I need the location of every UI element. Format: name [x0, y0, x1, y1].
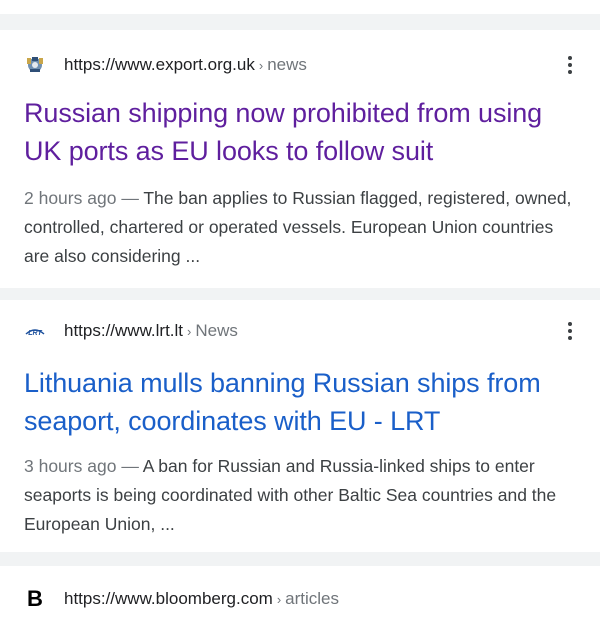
result-source[interactable]: https://www.export.org.uk › news: [24, 50, 582, 80]
result-url: https://www.export.org.uk: [64, 55, 255, 74]
previous-result-card: [0, 0, 600, 14]
result-url: https://www.lrt.lt: [64, 321, 184, 340]
result-breadcrumb: news: [267, 55, 307, 74]
search-result-card: B https://www.bloomberg.com › articles: [0, 566, 600, 626]
dash-separator: —: [121, 188, 139, 208]
result-snippet: 2 hours ago — The ban applies to Russian…: [24, 184, 582, 271]
bloomberg-b-text: B: [27, 586, 43, 611]
result-time: 2 hours ago: [24, 188, 117, 208]
bloomberg-b-icon: B: [24, 586, 46, 611]
dash-separator: —: [121, 456, 139, 476]
result-snippet: 3 hours ago — A ban for Russian and Russ…: [24, 452, 582, 539]
result-title-link[interactable]: Lithuania mulls banning Russian ships fr…: [24, 364, 586, 440]
result-title-link[interactable]: Russian shipping now prohibited from usi…: [24, 94, 586, 170]
breadcrumb-separator: ›: [187, 324, 192, 339]
lrt-logo-text: LRT: [28, 330, 42, 337]
more-options-icon[interactable]: [558, 316, 582, 346]
export-org-crest-icon: [24, 54, 46, 76]
more-options-icon[interactable]: [558, 50, 582, 80]
result-time: 3 hours ago: [24, 456, 117, 476]
result-source[interactable]: LRT https://www.lrt.lt › News: [24, 316, 582, 346]
lrt-logo-icon: LRT: [24, 320, 46, 342]
result-source[interactable]: B https://www.bloomberg.com › articles: [24, 584, 582, 614]
result-url: https://www.bloomberg.com: [64, 589, 273, 608]
result-breadcrumb: articles: [285, 589, 340, 608]
search-result-card: https://www.export.org.uk › news Russian s…: [0, 30, 600, 288]
breadcrumb-separator: ›: [258, 58, 264, 73]
result-breadcrumb: News: [195, 321, 238, 340]
search-result-card: LRT https://www.lrt.lt › News Lithuania mu…: [0, 300, 600, 552]
